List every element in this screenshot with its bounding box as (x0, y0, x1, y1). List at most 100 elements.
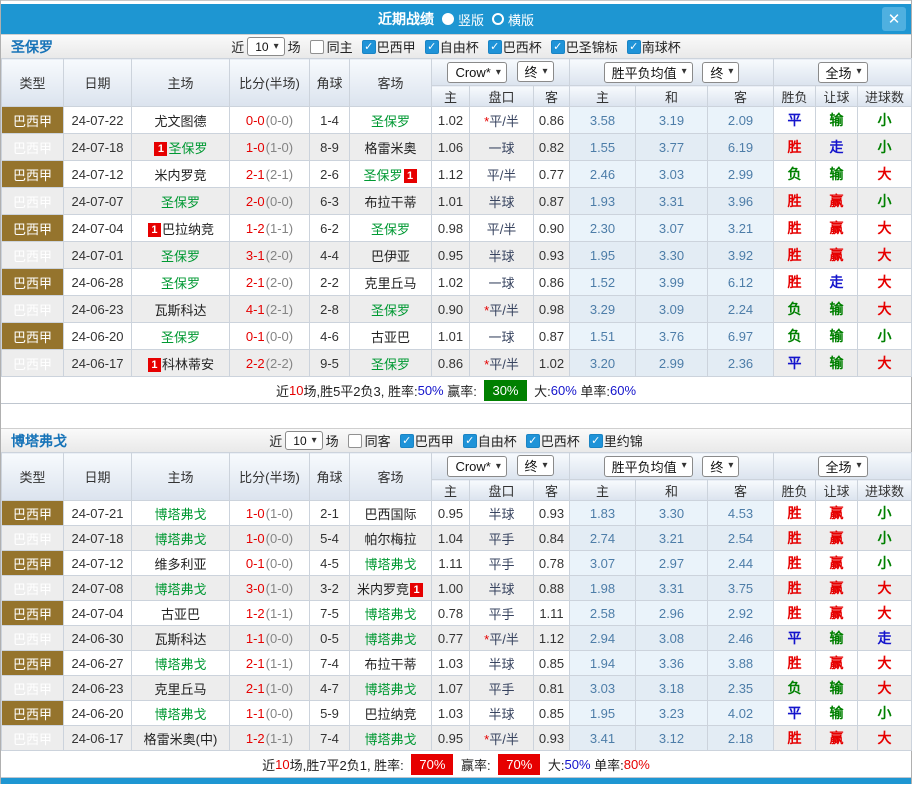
team-name: 博塔弗戈 (154, 532, 206, 547)
corner-score: 4-5 (310, 551, 350, 576)
team-name: 博塔弗戈 (364, 557, 416, 572)
result-goals: 大 (858, 726, 912, 751)
match-type: 巴西甲 (2, 576, 64, 601)
league-checkbox[interactable]: ✓ (362, 40, 376, 54)
odds-source-select[interactable]: Crow* ▾ (447, 456, 506, 477)
subcol-mean-home: 主 (570, 86, 636, 107)
result-handicap: 输 (816, 626, 858, 651)
home-team: 博塔弗戈 (132, 701, 230, 726)
league-checkbox[interactable]: ✓ (627, 40, 641, 54)
games-count-select[interactable]: 10 ▾ (247, 37, 284, 56)
away-team: 博塔弗戈 (350, 601, 432, 626)
match-type: 巴西甲 (2, 242, 64, 269)
odds-time-select[interactable]: 终 ▾ (517, 61, 554, 82)
away-team: 克里丘马 (350, 269, 432, 296)
mean-type-select[interactable]: 胜平负均值 ▾ (604, 62, 693, 83)
mean-draw-odds: 2.96 (636, 601, 708, 626)
result-goals: 走 (858, 626, 912, 651)
result-goals: 大 (858, 269, 912, 296)
match-type: 巴西甲 (2, 188, 64, 215)
mean-home-odds: 1.98 (570, 576, 636, 601)
mean-home-odds: 1.52 (570, 269, 636, 296)
team-name-header: 博塔弗戈 (11, 431, 67, 451)
match-date: 24-07-22 (64, 107, 132, 134)
scope-select[interactable]: 全场 ▾ (818, 62, 868, 83)
home-team: 米内罗竞 (132, 161, 230, 188)
result-handicap: 输 (816, 323, 858, 350)
same-venue-checkbox[interactable] (348, 434, 362, 448)
match-date: 24-07-21 (64, 501, 132, 526)
match-row: 巴西甲24-06-17格雷米奥(中)1-2(1-1)7-4博塔弗戈0.95*平/… (2, 726, 912, 751)
result-goals: 大 (858, 651, 912, 676)
team-name: 维多利亚 (154, 557, 206, 572)
handicap-line: *平/半 (470, 626, 534, 651)
vertical-layout-label: 竖版 (458, 10, 484, 29)
league-checkbox[interactable]: ✓ (463, 434, 477, 448)
col-date: 日期 (64, 453, 132, 501)
match-score: 1-2(1-1) (230, 726, 310, 751)
red-card-badge: 1 (154, 142, 167, 156)
team-name: 圣保罗 (371, 357, 410, 372)
league-label: 巴西甲 (377, 37, 416, 56)
corner-score: 6-3 (310, 188, 350, 215)
league-checkbox[interactable]: ✓ (488, 40, 502, 54)
mean-draw-odds: 3.21 (636, 526, 708, 551)
chevron-down-icon: ▾ (728, 461, 733, 471)
league-checkbox[interactable]: ✓ (425, 40, 439, 54)
mean-type-select[interactable]: 胜平负均值 ▾ (604, 456, 693, 477)
summary-segment: 赢率: (457, 755, 494, 774)
handicap-line: 半球 (470, 188, 534, 215)
result-goals: 小 (858, 551, 912, 576)
odds-source-select[interactable]: Crow* ▾ (447, 62, 506, 83)
subcol-goals: 进球数 (858, 86, 912, 107)
league-label: 巴西杯 (503, 37, 542, 56)
games-count-select[interactable]: 10 ▾ (285, 431, 322, 450)
mean-time-select[interactable]: 终 ▾ (702, 62, 739, 83)
away-team: 巴伊亚 (350, 242, 432, 269)
match-score: 2-1(2-0) (230, 269, 310, 296)
close-icon[interactable]: ✕ (882, 7, 906, 31)
summary-segment: 单率: (577, 381, 610, 400)
league-checkbox[interactable]: ✓ (400, 434, 414, 448)
same-venue-checkbox[interactable] (310, 40, 324, 54)
subcol-let: 让球 (816, 480, 858, 501)
scope-select[interactable]: 全场 ▾ (818, 456, 868, 477)
away-team: 米内罗竞1 (350, 576, 432, 601)
home-team: 格雷米奥(中) (132, 726, 230, 751)
mean-away-odds: 4.02 (708, 701, 774, 726)
result-handicap: 赢 (816, 576, 858, 601)
mean-away-odds: 2.99 (708, 161, 774, 188)
recent-results-window: 近期战绩 竖版 横版 ✕ 圣保罗 近 10 ▾ 场 同主 ✓巴西甲✓自由杯✓巴西… (0, 0, 912, 784)
mean-away-odds: 3.88 (708, 651, 774, 676)
league-checkbox[interactable]: ✓ (526, 434, 540, 448)
mean-away-odds: 2.35 (708, 676, 774, 701)
result-goals: 小 (858, 134, 912, 161)
league-checkbox[interactable]: ✓ (551, 40, 565, 54)
odds-away: 0.93 (534, 242, 570, 269)
league-checkbox[interactable]: ✓ (589, 434, 603, 448)
team-name: 圣保罗 (161, 276, 200, 291)
match-score: 1-2(1-1) (230, 215, 310, 242)
vertical-layout-radio[interactable] (442, 13, 454, 25)
team-name: 圣保罗 (363, 168, 402, 183)
subcol-odds-home: 主 (432, 86, 470, 107)
odds-time-select[interactable]: 终 ▾ (517, 455, 554, 476)
match-date: 24-06-20 (64, 701, 132, 726)
result-goals: 小 (858, 107, 912, 134)
home-team: 圣保罗 (132, 188, 230, 215)
mean-draw-odds: 3.09 (636, 296, 708, 323)
corner-score: 2-8 (310, 296, 350, 323)
match-score: 1-0(1-0) (230, 134, 310, 161)
match-score: 1-2(1-1) (230, 601, 310, 626)
mean-time-value: 终 (710, 63, 723, 82)
result-wdl: 负 (774, 323, 816, 350)
league-label: 南球杯 (642, 37, 681, 56)
odds-home: 0.95 (432, 501, 470, 526)
summary-segment: 10 (289, 383, 303, 398)
odds-home: 0.95 (432, 242, 470, 269)
team-name: 格雷米奥(中) (144, 732, 218, 747)
result-wdl: 负 (774, 161, 816, 188)
horizontal-layout-radio[interactable] (492, 13, 504, 25)
mean-time-select[interactable]: 终 ▾ (702, 456, 739, 477)
handicap-line: *平/半 (470, 350, 534, 377)
